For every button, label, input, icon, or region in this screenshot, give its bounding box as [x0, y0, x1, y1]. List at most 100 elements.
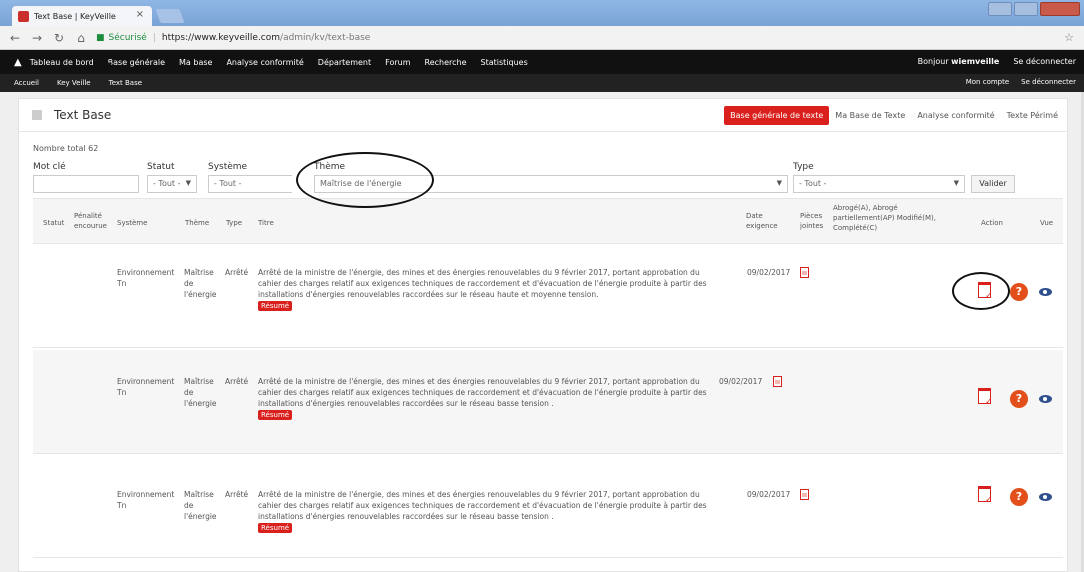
- chevron-down-icon: ▼: [953, 179, 959, 187]
- th-date[interactable]: Date exigence: [746, 211, 778, 231]
- tab-base-generale-de-texte[interactable]: Base générale de texte: [724, 106, 830, 125]
- th-penalite-2: encourue: [74, 222, 107, 230]
- nav-tableau-de-bord[interactable]: Tableau de bord: [30, 58, 94, 67]
- action-checklist-icon[interactable]: [978, 282, 992, 300]
- eye-icon[interactable]: [1039, 288, 1052, 296]
- statut-value: - Tout -: [153, 179, 181, 188]
- bookmark-star-icon[interactable]: ☆: [1064, 31, 1074, 44]
- th-titre[interactable]: Titre: [258, 218, 274, 228]
- pdf-icon[interactable]: [800, 267, 809, 278]
- th-systeme[interactable]: Système: [117, 218, 147, 228]
- nav-departement[interactable]: Département: [318, 58, 371, 67]
- home-nav-icon[interactable]: ▲: [14, 57, 22, 68]
- resume-badge[interactable]: Résumé: [258, 523, 293, 533]
- row-titre[interactable]: Arrêté de la ministre de l'énergie, des …: [258, 489, 740, 533]
- nav-forum[interactable]: Forum: [385, 58, 410, 67]
- table-row: Environnement Tn Maîtrise de l'énergie Arrê…: [33, 244, 1063, 348]
- close-window-button[interactable]: [1040, 2, 1080, 16]
- logout-link[interactable]: Se déconnecter: [1013, 57, 1076, 66]
- nav-recherche[interactable]: Recherche: [425, 58, 467, 67]
- row-titre[interactable]: Arrêté de la ministre de l'énergie, des …: [258, 267, 740, 311]
- tab-close-icon[interactable]: ×: [136, 9, 144, 20]
- pdf-icon[interactable]: [800, 489, 809, 500]
- url-host: https://www.keyveille.com: [161, 32, 281, 43]
- account-link[interactable]: Mon compte: [966, 78, 1009, 86]
- table-row: Environnement Tn Maîtrise de l'énergie Arrê…: [33, 350, 1063, 454]
- eye-icon[interactable]: [1039, 395, 1052, 403]
- row-date: 09/02/2017: [747, 490, 791, 499]
- window-controls: [988, 2, 1080, 16]
- new-tab-button[interactable]: [155, 9, 185, 23]
- tab-texte-perime[interactable]: Texte Périmé: [1001, 106, 1064, 125]
- row-theme: Maîtrise de l'énergie: [184, 267, 217, 300]
- back-arrow-icon[interactable]: ←: [8, 31, 22, 45]
- row-titre-3: installations d'énergies renouvelables r…: [258, 512, 554, 521]
- keyveille-favicon-icon: [18, 10, 29, 22]
- logout-link-secondary[interactable]: Se déconnecter: [1021, 78, 1076, 86]
- reload-icon[interactable]: ↻: [52, 31, 66, 45]
- row-theme-2: de: [184, 388, 194, 397]
- breadcrumb-key-veille[interactable]: Key Veille: [57, 79, 91, 87]
- th-abroge-3: Complété(C): [833, 224, 878, 232]
- valider-button[interactable]: Valider: [971, 175, 1015, 193]
- nav-base-generale[interactable]: Base générale: [108, 58, 165, 67]
- th-date-2: exigence: [746, 222, 778, 230]
- table-row: Environnement Tn Maîtrise de l'énergie Arrê…: [33, 454, 1063, 558]
- address-bar: ← → ↻ ⌂ ■ Sécurisé | https://www.keyveil…: [0, 26, 1084, 50]
- row-theme-3: l'énergie: [184, 512, 217, 521]
- nav-ma-base[interactable]: Ma base: [179, 58, 212, 67]
- action-checklist-icon[interactable]: [978, 388, 992, 406]
- forward-arrow-icon[interactable]: →: [30, 31, 44, 45]
- panel-header: Text Base Base générale de texte Ma Base…: [18, 98, 1068, 132]
- th-penalite[interactable]: Pénalité encourue: [74, 211, 107, 231]
- tab-analyse-conformite[interactable]: Analyse conformité: [911, 106, 1000, 125]
- th-statut[interactable]: Statut: [43, 218, 64, 228]
- minimize-button[interactable]: [988, 2, 1012, 16]
- breadcrumb-accueil[interactable]: Accueil: [14, 79, 39, 87]
- help-icon[interactable]: ?: [1010, 390, 1028, 408]
- help-icon[interactable]: ?: [1010, 488, 1028, 506]
- resume-badge[interactable]: Résumé: [258, 410, 293, 420]
- row-date: 09/02/2017: [747, 268, 791, 277]
- greeting-prefix: Bonjour: [917, 57, 952, 66]
- row-theme-3: l'énergie: [184, 399, 217, 408]
- th-vue[interactable]: Vue: [1040, 218, 1053, 228]
- tab-title: Text Base | KeyVeille: [34, 11, 116, 21]
- row-systeme-2: Tn: [117, 501, 127, 510]
- th-abroge[interactable]: Abrogé(A), Abrogé partiellement(AP) Modif…: [833, 203, 936, 233]
- tab-ma-base-de-texte[interactable]: Ma Base de Texte: [829, 106, 911, 125]
- theme-value: Maîtrise de l'énergie: [320, 179, 402, 188]
- row-systeme-1: Environnement: [117, 268, 175, 277]
- systeme-select[interactable]: - Tout -: [208, 175, 292, 193]
- th-type[interactable]: Type: [226, 218, 242, 228]
- help-icon[interactable]: ?: [1010, 283, 1028, 301]
- row-theme-2: de: [184, 279, 194, 288]
- pdf-icon[interactable]: [773, 376, 782, 387]
- row-theme-1: Maîtrise: [184, 377, 214, 386]
- action-checklist-icon[interactable]: [978, 486, 992, 504]
- row-titre-3: installations d'énergies renouvelables r…: [258, 290, 599, 299]
- statut-select[interactable]: - Tout - ▼: [147, 175, 197, 193]
- home-icon[interactable]: ⌂: [74, 31, 88, 45]
- nav-statistiques[interactable]: Statistiques: [481, 58, 528, 67]
- theme-select[interactable]: Maîtrise de l'énergie ▼: [314, 175, 788, 193]
- eye-icon[interactable]: [1039, 493, 1052, 501]
- th-theme[interactable]: Thème: [185, 218, 209, 228]
- breadcrumb-text-base[interactable]: Text Base: [109, 79, 142, 87]
- page-title: Text Base: [54, 108, 112, 122]
- th-action[interactable]: Action: [981, 218, 1003, 228]
- mot-cle-input[interactable]: [33, 175, 139, 193]
- browser-tab[interactable]: Text Base | KeyVeille ×: [12, 6, 152, 26]
- maximize-button[interactable]: [1014, 2, 1038, 16]
- nav-analyse-conformite[interactable]: Analyse conformité: [226, 58, 303, 67]
- type-select[interactable]: - Tout - ▼: [793, 175, 965, 193]
- row-theme-3: l'énergie: [184, 290, 217, 299]
- row-titre-1: Arrêté de la ministre de l'énergie, des …: [258, 490, 700, 499]
- row-titre[interactable]: Arrêté de la ministre de l'énergie, des …: [258, 376, 740, 420]
- home-page-icon: [32, 110, 42, 120]
- row-systeme: Environnement Tn: [117, 267, 174, 289]
- resume-badge[interactable]: Résumé: [258, 301, 293, 311]
- th-pieces[interactable]: Pièces jointes: [800, 211, 823, 231]
- url-field[interactable]: ■ Sécurisé | https://www.keyveille.com /…: [96, 33, 370, 43]
- row-titre-2: cahier des charges relatif aux exigences…: [258, 501, 707, 510]
